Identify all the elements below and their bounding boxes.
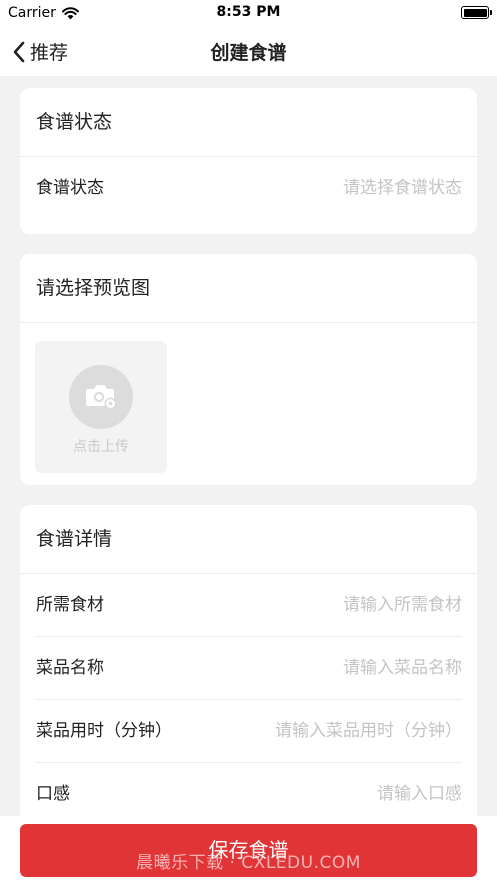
preview-image-card: 请选择预览图 点击上传: [20, 254, 477, 485]
card-title: 请选择预览图: [20, 254, 477, 323]
upload-hint: 点击上传: [73, 439, 129, 455]
row-label: 食谱状态: [36, 178, 104, 198]
recipe-status-select[interactable]: 食谱状态 请选择食谱状态: [35, 157, 462, 220]
card-title: 食谱详情: [20, 505, 477, 574]
row-label: 所需食材: [36, 595, 104, 615]
row-placeholder: 请输入菜品用时（分钟）: [275, 721, 462, 741]
cooking-time-field[interactable]: 菜品用时（分钟） 请输入菜品用时（分钟）: [35, 700, 462, 763]
row-placeholder: 请选择食谱状态: [343, 178, 462, 198]
row-label: 菜品用时（分钟）: [36, 721, 172, 741]
recipe-status-card: 食谱状态 食谱状态 请选择食谱状态: [20, 88, 477, 234]
card-title: 食谱状态: [20, 88, 477, 157]
page-title: 创建食谱: [210, 42, 287, 64]
dish-name-field[interactable]: 菜品名称 请输入菜品名称: [35, 637, 462, 700]
row-placeholder: 请输入所需食材: [343, 595, 462, 615]
row-placeholder: 请输入菜品名称: [343, 658, 462, 678]
navigation-bar: 推荐 创建食谱: [0, 26, 497, 76]
status-time: 8:53 PM: [216, 4, 281, 20]
battery-icon: [461, 6, 492, 19]
camera-icon-circle: [69, 365, 133, 429]
ingredients-field[interactable]: 所需食材 请输入所需食材: [35, 574, 462, 637]
upload-image-button[interactable]: 点击上传: [35, 341, 167, 473]
camera-icon: [86, 385, 117, 410]
save-recipe-button[interactable]: 保存食谱: [20, 824, 477, 877]
bottom-bar: 保存食谱: [0, 816, 497, 883]
recipe-details-card: 食谱详情 所需食材 请输入所需食材 菜品名称 请输入菜品名称 菜品用时（分钟） …: [20, 505, 477, 835]
row-label: 菜品名称: [36, 658, 104, 678]
status-bar: Carrier 8:53 PM: [0, 0, 497, 26]
